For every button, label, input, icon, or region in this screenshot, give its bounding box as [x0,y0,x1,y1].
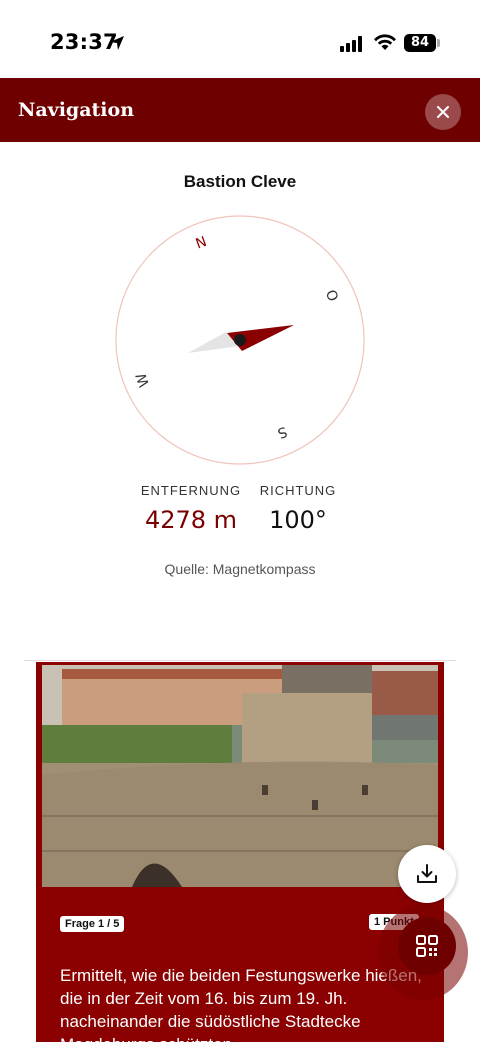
cellular-signal-icon [340,36,364,57]
divider [24,660,456,661]
distance-stat: ENTFERNUNG 4278 m [131,483,251,534]
battery-tip [437,39,440,47]
download-button[interactable] [398,845,456,903]
battery-level: 84 [410,35,430,50]
qr-scan-button[interactable] [398,917,456,975]
screen: 23:37 84 Navigation Bastion Cleve N O S … [0,0,480,1042]
distance-value: 4278 m [144,506,238,534]
location-photo [42,665,438,887]
close-button[interactable] [425,94,461,130]
source-text: Quelle: Magnetkompass [164,561,316,577]
app-header: Navigation [0,78,480,142]
question-counter-badge: Frage 1 / 5 [60,916,125,932]
qr-code-icon [416,935,438,957]
download-icon [417,864,437,883]
distance-label: ENTFERNUNG [140,483,242,498]
location-arrow-icon [108,34,126,57]
direction-label: RICHTUNG [259,483,337,498]
wifi-icon [373,33,397,56]
page-title: Navigation [18,99,135,121]
compass: N O S W [114,214,366,466]
close-icon [437,106,449,118]
direction-stat: RICHTUNG 100° [250,483,346,534]
target-name: Bastion Cleve [183,172,297,191]
status-bar: 23:37 84 [0,0,480,78]
battery-icon: 84 [404,34,436,52]
direction-value: 100° [269,506,327,534]
question-card: Frage 1 / 5 1 Punkt Ermittelt, wie die b… [36,662,444,1042]
question-text: Ermittelt, wie die beiden Festungswerke … [60,966,422,1042]
